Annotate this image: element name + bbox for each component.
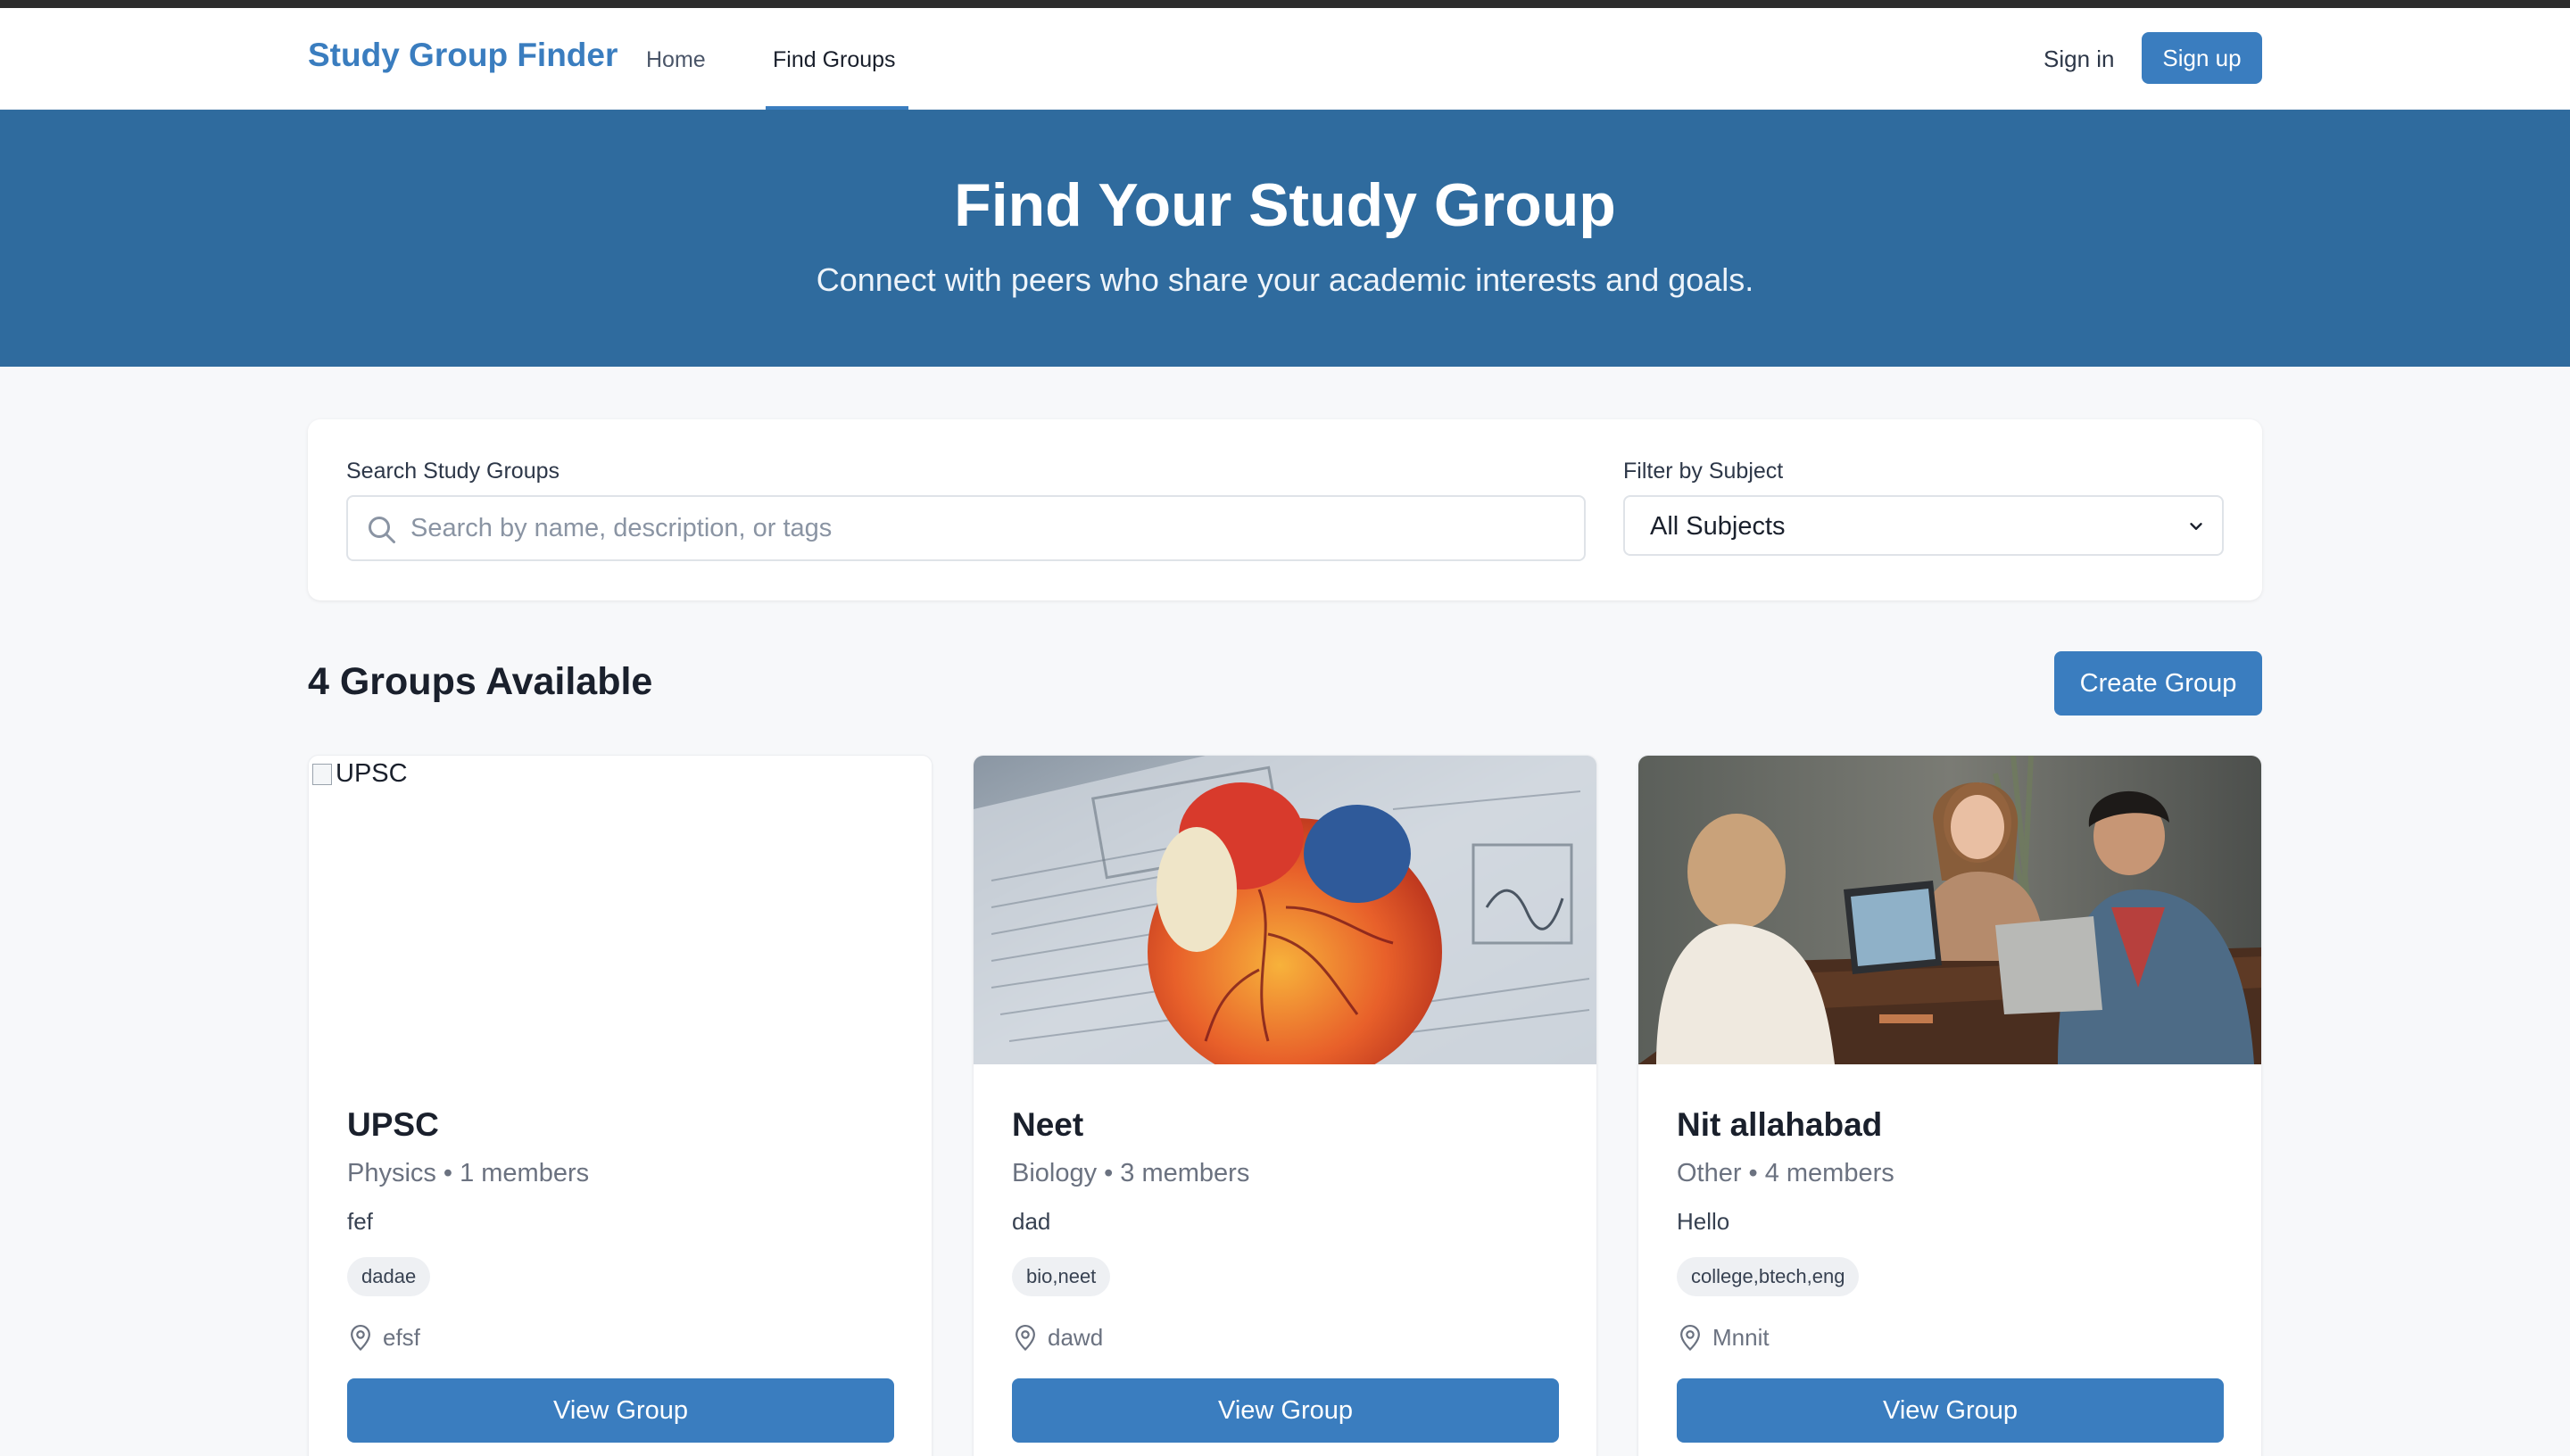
- group-location: efsf: [347, 1323, 420, 1352]
- group-title: Nit allahabad: [1677, 1106, 1883, 1143]
- group-tag: bio,neet: [1012, 1257, 1111, 1296]
- group-description: dad: [1012, 1208, 1051, 1235]
- search-label: Search Study Groups: [346, 459, 560, 484]
- group-location: Mnnit: [1677, 1323, 1770, 1352]
- view-group-button[interactable]: View Group: [1677, 1378, 2224, 1443]
- group-image: [974, 756, 1596, 1064]
- group-tag: dadae: [347, 1257, 431, 1296]
- search-input[interactable]: [410, 497, 1571, 559]
- group-tag: college,btech,eng: [1677, 1257, 1860, 1296]
- group-subject: Other: [1677, 1159, 1742, 1187]
- groups-count-heading: 4 Groups Available: [308, 660, 653, 703]
- image-alt-text: UPSC: [336, 759, 408, 788]
- nav-find-groups-link[interactable]: Find Groups: [773, 47, 896, 73]
- brand-logo-link[interactable]: Study Group Finder: [308, 37, 618, 74]
- hero-banner: Find Your Study Group Connect with peers…: [0, 110, 2570, 367]
- hero-subtitle: Connect with peers who share your academ…: [816, 261, 1754, 298]
- view-group-button[interactable]: View Group: [347, 1378, 894, 1443]
- broken-image-placeholder: UPSC: [312, 759, 408, 789]
- nav-home-link[interactable]: Home: [646, 47, 706, 73]
- group-location-text: Mnnit: [1712, 1323, 1770, 1351]
- group-image: [1638, 756, 2261, 1064]
- group-subject: Physics: [347, 1159, 436, 1187]
- heart-model-photo: [974, 756, 1596, 1064]
- group-subject: Biology: [1012, 1159, 1098, 1187]
- group-members: 1 members: [460, 1159, 590, 1187]
- sign-in-link[interactable]: Sign in: [2044, 46, 2115, 73]
- group-description: Hello: [1677, 1208, 1730, 1235]
- location-pin-icon: [351, 1324, 370, 1352]
- sign-up-button[interactable]: Sign up: [2142, 32, 2262, 84]
- group-meta: Biology • 3 members: [1012, 1159, 1250, 1187]
- search-icon: [369, 517, 395, 543]
- view-group-button[interactable]: View Group: [1012, 1378, 1559, 1443]
- search-field[interactable]: [346, 495, 1586, 561]
- search-filter-panel: Search Study Groups Filter by Subject Al…: [308, 419, 2262, 600]
- top-navbar: Study Group Finder Home Find Groups Sign…: [0, 8, 2570, 110]
- group-location-text: efsf: [383, 1323, 420, 1351]
- group-card: Neet Biology • 3 members dad bio,neet dawd…: [973, 755, 1597, 1456]
- group-meta: Physics • 1 members: [347, 1159, 590, 1187]
- group-members: 3 members: [1120, 1159, 1250, 1187]
- group-location: dawd: [1012, 1323, 1103, 1352]
- subject-select[interactable]: All Subjects: [1623, 495, 2224, 556]
- group-title: Neet: [1012, 1106, 1084, 1143]
- group-meta: Other • 4 members: [1677, 1159, 1894, 1187]
- location-pin-icon: [1680, 1324, 1700, 1352]
- group-members: 4 members: [1764, 1159, 1894, 1187]
- location-pin-icon: [1016, 1324, 1035, 1352]
- subject-select-value: All Subjects: [1650, 512, 1786, 541]
- create-group-button[interactable]: Create Group: [2054, 651, 2262, 716]
- group-title: UPSC: [347, 1106, 439, 1143]
- chevron-down-icon: [2190, 523, 2202, 530]
- group-location-text: dawd: [1048, 1323, 1104, 1351]
- broken-image-icon: [312, 763, 332, 785]
- window-top-border: [0, 0, 2570, 8]
- students-studying-photo: [1638, 756, 2261, 1064]
- subject-filter-label: Filter by Subject: [1623, 459, 1784, 484]
- hero-title: Find Your Study Group: [954, 171, 1616, 239]
- group-image: UPSC: [309, 756, 932, 1064]
- group-description: fef: [347, 1208, 373, 1235]
- group-card: Nit allahabad Other • 4 members Hello coll…: [1637, 755, 2262, 1456]
- group-card: UPSC UPSC Physics • 1 members fef dadae ef…: [308, 755, 933, 1456]
